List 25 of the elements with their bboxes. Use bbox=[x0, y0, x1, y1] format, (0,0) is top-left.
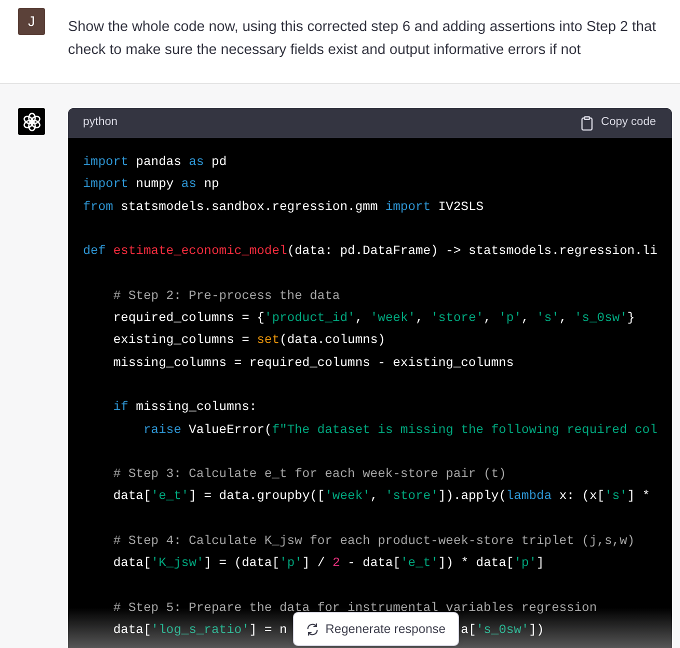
code-line: data['log_s_ratio'] = n bbox=[112, 623, 288, 638]
code-line: def estimate_economic_model(data: pd.DataFrame) -> statsmodels.regression.li bbox=[83, 244, 658, 258]
code-line: import numpy as np bbox=[83, 177, 220, 192]
language-label: python bbox=[83, 115, 118, 130]
code-line: missing_columns = required_columns - existing_columns bbox=[112, 356, 514, 370]
logo-icon bbox=[22, 112, 42, 132]
code-comment: # Step 3: Calculate e_t for each week-store pair (t) bbox=[112, 467, 506, 482]
code-line: from statsmodels.sandbox.regression.gmm import IV2SLS bbox=[83, 200, 484, 214]
code-line: raise ValueError(f"The dataset is missing the following required col bbox=[142, 422, 658, 437]
code-line: data['e_t'] = data.groupby(['week', 'store']).apply(lambda x: (x['s'] * bbox=[112, 489, 650, 504]
code-comment: # Step 5: Prepare the data for instrumental variables regression bbox=[112, 600, 597, 615]
code-line: data['K_jsw'] = (data['p'] / 2 - data['e_t']) * data['p'] bbox=[112, 556, 544, 570]
clipboard-icon bbox=[581, 116, 594, 130]
copy-code-button[interactable]: Copy code bbox=[581, 114, 656, 132]
refresh-icon bbox=[306, 622, 320, 636]
code-line: a['s_0sw']) bbox=[460, 623, 544, 638]
code-comment: # Step 2: Pre-process the data bbox=[112, 288, 340, 303]
code-comment: # Step 4: Calculate K_jsw for each product-week-store triplet (j,s,w) bbox=[112, 534, 635, 548]
regenerate-response-button[interactable]: Regenerate response bbox=[293, 612, 459, 646]
user-message: Show the whole code now, using this corrected step 6 and adding assertions into Step 2 that check to make sure the necessary fields exist and output informative errors if not bbox=[68, 18, 657, 60]
code-line: required_columns = {'product_id', 'week', 'store', 'p', 's', 's_0sw'} bbox=[112, 311, 635, 326]
code-line: existing_columns = set(data.columns) bbox=[112, 333, 386, 348]
code-line: if missing_columns: bbox=[112, 400, 257, 414]
user-avatar: J bbox=[18, 8, 45, 35]
code-line: import pandas as pd bbox=[83, 155, 227, 169]
